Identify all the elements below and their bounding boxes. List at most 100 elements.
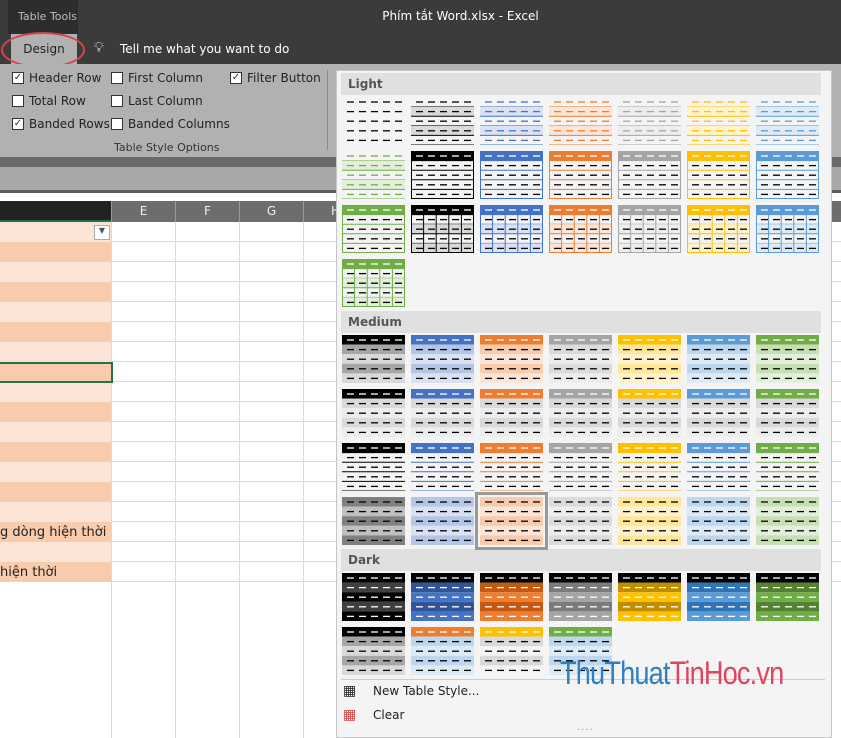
table-cell[interactable]: hiện thời — [0, 562, 111, 582]
table-style-dark-green[interactable] — [756, 573, 819, 621]
table-style-light-gray[interactable] — [618, 151, 681, 200]
watermark-logo: ThuThuatTinHoc.vn — [560, 655, 784, 691]
banded-columns-checkbox[interactable]: Banded Columns — [111, 117, 230, 131]
resize-grip[interactable]: ···· — [577, 725, 594, 736]
table-style-light-green[interactable] — [342, 151, 405, 200]
label: Banded Rows — [29, 117, 110, 131]
table-style-medium-lightblue[interactable] — [687, 335, 750, 383]
table-cell[interactable] — [0, 442, 111, 462]
table-style-medium-blue[interactable] — [411, 389, 474, 437]
table-style-light-blue[interactable] — [480, 97, 543, 146]
checkbox-unchecked-icon — [111, 118, 123, 130]
first-column-checkbox[interactable]: First Column — [111, 71, 203, 85]
table-style-light-black[interactable] — [411, 97, 474, 146]
checkbox-unchecked-icon — [12, 95, 24, 107]
table-cell[interactable] — [0, 462, 111, 482]
table-cell[interactable] — [0, 482, 111, 502]
table-style-light-lightblue[interactable] — [756, 205, 819, 254]
table-cell[interactable] — [0, 542, 111, 562]
table-cell[interactable]: g dòng hiện thời — [0, 522, 111, 542]
table-style-dark-blue[interactable] — [411, 573, 474, 621]
table-cell[interactable] — [0, 422, 111, 442]
table-style-dark-black[interactable] — [342, 573, 405, 621]
banded-rows-checkbox[interactable]: ✓ Banded Rows — [12, 117, 110, 131]
table-style-light-blue[interactable] — [480, 151, 543, 200]
table-style-medium-lightblue[interactable] — [687, 389, 750, 437]
table-cell[interactable] — [0, 302, 111, 322]
table-style-light-gold[interactable] — [687, 205, 750, 254]
table-style-medium-gold[interactable] — [618, 443, 681, 492]
tell-me-search[interactable]: Tell me what you want to do — [120, 42, 289, 56]
header-row-checkbox[interactable]: ✓ Header Row — [12, 71, 101, 85]
table-style-light-orange[interactable] — [549, 97, 612, 146]
table-style-medium-lightblue[interactable] — [687, 443, 750, 492]
table-style-light-orange[interactable] — [549, 205, 612, 254]
table-cell[interactable] — [0, 342, 111, 362]
table-style-medium-lightblue[interactable] — [687, 497, 750, 545]
table-style-medium-green[interactable] — [756, 389, 819, 437]
table-style-medium-blue[interactable] — [411, 443, 474, 492]
total-row-checkbox[interactable]: Total Row — [12, 94, 86, 108]
table-style-medium-orange[interactable] — [480, 443, 543, 492]
table-style-medium-gray[interactable] — [549, 335, 612, 383]
column-header-g[interactable]: G — [239, 201, 303, 222]
last-column-checkbox[interactable]: Last Column — [111, 94, 203, 108]
table-style-medium-gold[interactable] — [618, 497, 681, 545]
table-style-dark-orange[interactable] — [411, 627, 474, 675]
table-style-medium-gold[interactable] — [618, 335, 681, 383]
table-style-dark-gold[interactable] — [618, 573, 681, 621]
table-style-medium-gray[interactable] — [549, 497, 612, 545]
table-style-dark-gray[interactable] — [549, 573, 612, 621]
table-cell[interactable] — [0, 382, 111, 402]
table-style-light-blue[interactable] — [480, 205, 543, 254]
table-style-medium-gray[interactable] — [549, 443, 612, 492]
column-header-e[interactable]: E — [111, 201, 175, 222]
new-table-style-button[interactable]: ▦ New Table Style... — [343, 683, 479, 699]
table-cell[interactable] — [0, 502, 111, 522]
table-style-light-none[interactable] — [342, 97, 405, 145]
table-style-medium-orange[interactable] — [480, 335, 543, 383]
table-style-light-black[interactable] — [411, 151, 474, 200]
table-style-light-gray[interactable] — [618, 97, 681, 146]
table-cell[interactable] — [0, 282, 111, 302]
table-style-medium-blue[interactable] — [411, 497, 474, 545]
table-style-dark-black[interactable] — [342, 627, 405, 675]
title-bar: Table Tools Phím tắt Word.xlsx - Excel — [0, 0, 841, 34]
group-label: Table Style Options — [114, 141, 220, 154]
table-style-medium-black[interactable] — [342, 389, 405, 437]
table-style-medium-green[interactable] — [756, 497, 819, 545]
table-cell[interactable] — [0, 242, 111, 262]
table-style-medium-orange[interactable] — [475, 492, 548, 550]
table-style-light-green[interactable] — [342, 259, 405, 308]
checkbox-checked-icon: ✓ — [12, 118, 24, 130]
table-style-light-gray[interactable] — [618, 205, 681, 254]
clear-button[interactable]: ▦ Clear — [343, 707, 404, 723]
table-style-light-lightblue[interactable] — [756, 151, 819, 200]
filter-button-checkbox[interactable]: ✓ Filter Button — [230, 71, 321, 85]
table-cell[interactable] — [0, 402, 111, 422]
table-style-dark-orange[interactable] — [480, 573, 543, 621]
eraser-icon: ▦ — [343, 707, 357, 723]
table-style-medium-gray[interactable] — [549, 389, 612, 437]
table-style-medium-black[interactable] — [342, 335, 405, 383]
table-cell[interactable] — [0, 262, 111, 282]
table-style-medium-blue[interactable] — [411, 335, 474, 383]
table-style-dark-gold[interactable] — [480, 627, 543, 675]
table-style-medium-gold[interactable] — [618, 389, 681, 437]
table-style-medium-black[interactable] — [342, 443, 405, 492]
table-style-medium-orange[interactable] — [480, 389, 543, 437]
column-header-f[interactable]: F — [175, 201, 239, 222]
table-style-light-lightblue[interactable] — [756, 97, 819, 146]
table-style-light-green[interactable] — [342, 205, 405, 254]
table-style-light-gold[interactable] — [687, 97, 750, 146]
table-style-dark-lightblue[interactable] — [687, 573, 750, 621]
table-cell[interactable] — [0, 322, 111, 342]
table-style-medium-green[interactable] — [756, 335, 819, 383]
filter-dropdown-button[interactable]: ▼ — [94, 225, 110, 240]
table-style-light-gold[interactable] — [687, 151, 750, 200]
table-style-medium-green[interactable] — [756, 443, 819, 492]
table-style-light-black[interactable] — [411, 205, 474, 254]
column-header-d[interactable] — [0, 201, 111, 222]
table-style-medium-black[interactable] — [342, 497, 405, 545]
table-style-light-orange[interactable] — [549, 151, 612, 200]
